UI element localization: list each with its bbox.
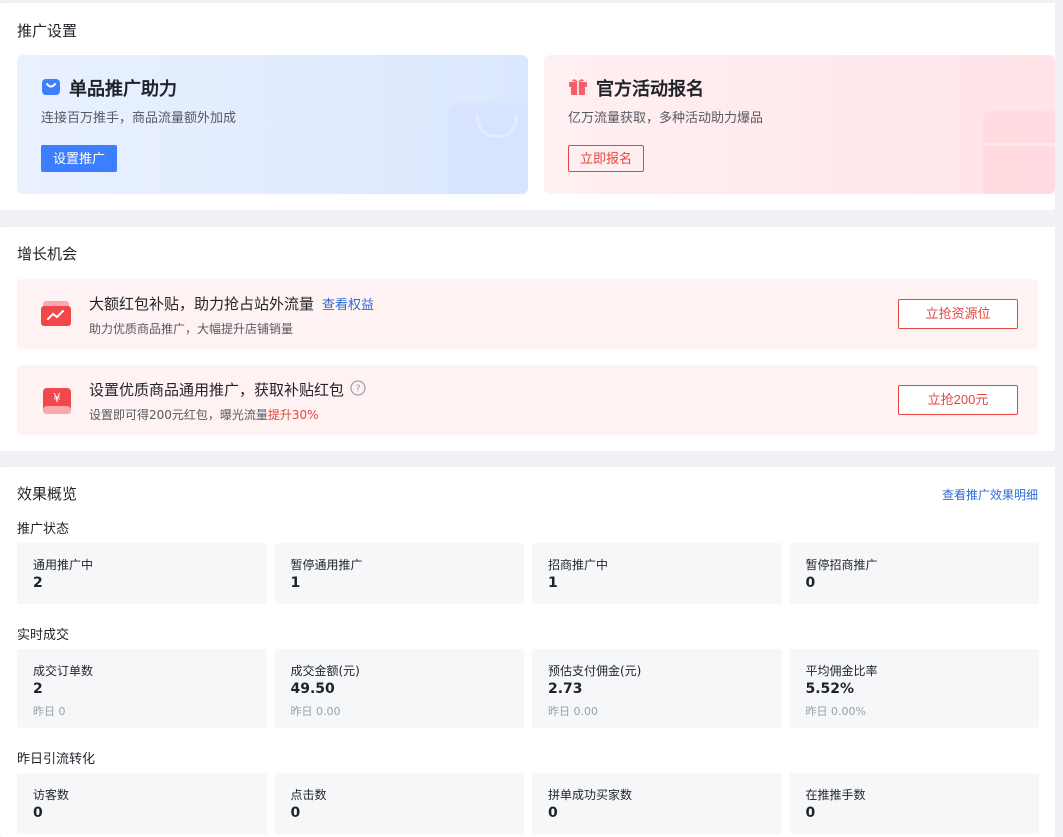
stat-value: 49.50 <box>290 681 335 697</box>
opportunity-title: 设置优质商品通用推广，获取补贴红包 <box>89 381 345 399</box>
section-title: 增长机会 <box>17 245 78 263</box>
setup-promotion-button[interactable]: 设置推广 <box>41 145 118 172</box>
performance-overview-section: 效果概览 查看推广效果明细 推广状态 通用推广中 2 暂停通用推广 1 招商推广… <box>0 467 1055 837</box>
stat-label: 暂停招商推广 <box>805 558 878 572</box>
opportunity-subtitle: 助力优质商品推广，大幅提升店铺销量 <box>89 322 294 336</box>
opportunity-title: 大额红包补贴，助力抢占站外流量 <box>89 295 315 313</box>
stat-label: 点击数 <box>290 788 327 802</box>
stat-card: 暂停通用推广 1 <box>274 543 524 604</box>
stat-card: 暂停招商推广 0 <box>789 543 1039 604</box>
group-label: 昨日引流转化 <box>17 752 96 767</box>
opportunity-subtitle: 设置即可得200元红包，曝光流量提升30% <box>89 406 319 423</box>
subtitle-highlight: 提升30% <box>267 408 319 422</box>
group-label: 实时成交 <box>17 628 70 643</box>
stat-yesterday: 昨日 0.00 <box>290 705 341 718</box>
stat-value: 0 <box>548 805 558 821</box>
stat-card: 点击数 0 <box>274 773 524 834</box>
stat-label: 在推推手数 <box>805 788 866 802</box>
stat-value: 1 <box>548 575 558 591</box>
stat-yesterday: 昨日 0.00 <box>548 705 598 718</box>
red-envelope-yuan-icon: ¥ <box>39 382 75 418</box>
stat-label: 通用推广中 <box>33 558 94 572</box>
stat-value: 0 <box>805 575 816 591</box>
single-product-promo-card: 单品推广助力 连接百万推手，商品流量额外加成 设置推广 <box>17 55 528 194</box>
section-title: 效果概览 <box>17 485 78 503</box>
stat-yesterday: 昨日 0.00% <box>805 705 866 718</box>
gift-illustration <box>983 111 1055 194</box>
shopping-bag-illustration <box>448 103 528 194</box>
stat-card: 成交金额(元) 49.50 昨日 0.00 <box>274 649 524 728</box>
stat-value: 2.73 <box>548 681 583 697</box>
stat-value: 2 <box>33 575 43 591</box>
stat-label: 平均佣金比率 <box>805 664 878 678</box>
group-label: 推广状态 <box>17 522 70 537</box>
promo-card-title: 单品推广助力 <box>69 79 177 100</box>
stat-card: 招商推广中 1 <box>532 543 782 604</box>
stat-label: 成交订单数 <box>33 664 94 678</box>
red-packet-subsidy-item: 大额红包补贴，助力抢占站外流量 查看权益 助力优质商品推广，大幅提升店铺销量 立… <box>17 279 1038 349</box>
promo-card-desc: 亿万流量获取，多种活动助力爆品 <box>568 111 764 126</box>
stat-value: 2 <box>33 681 43 697</box>
help-icon[interactable]: ? <box>350 379 366 400</box>
realtime-deals-row: 成交订单数 2 昨日 0 成交金额(元) 49.50 昨日 0.00 预估支付佣… <box>17 649 1039 728</box>
stat-card: 成交订单数 2 昨日 0 <box>17 649 267 728</box>
stat-label: 访客数 <box>33 788 70 802</box>
grab-resource-button[interactable]: 立抢资源位 <box>898 299 1018 329</box>
view-benefits-link[interactable]: 查看权益 <box>322 294 374 313</box>
stat-card: 在推推手数 0 <box>789 773 1039 834</box>
official-activity-card: 官方活动报名 亿万流量获取，多种活动助力爆品 立即报名 <box>544 55 1055 194</box>
stat-card: 访客数 0 <box>17 773 267 834</box>
stat-card: 平均佣金比率 5.52% 昨日 0.00% <box>789 649 1039 728</box>
svg-text:?: ? <box>355 383 360 394</box>
view-details-link[interactable]: 查看推广效果明细 <box>942 486 1038 503</box>
register-now-button[interactable]: 立即报名 <box>568 145 645 172</box>
stat-label: 预估支付佣金(元) <box>548 664 642 678</box>
stat-value: 5.52% <box>805 681 855 697</box>
red-card-icon <box>39 296 75 332</box>
stat-label: 拼单成功买家数 <box>548 788 633 802</box>
promotion-settings-section: 推广设置 单品推广助力 连接百万推手，商品流量额外加成 设置推广 官方活动报名 … <box>0 3 1055 210</box>
stat-label: 招商推广中 <box>548 558 609 572</box>
grab-200-yuan-button[interactable]: 立抢200元 <box>898 385 1018 415</box>
stat-card: 拼单成功买家数 0 <box>532 773 782 834</box>
promo-card-title: 官方活动报名 <box>596 79 704 100</box>
promotion-status-row: 通用推广中 2 暂停通用推广 1 招商推广中 1 暂停招商推广 0 <box>17 543 1039 604</box>
stat-value: 0 <box>33 805 43 821</box>
promo-card-desc: 连接百万推手，商品流量额外加成 <box>41 111 237 126</box>
stat-value: 0 <box>290 805 301 821</box>
gift-icon <box>568 76 588 100</box>
stat-card: 预估支付佣金(元) 2.73 昨日 0.00 <box>532 649 782 728</box>
subtitle-text: 设置即可得200元红包，曝光流量 <box>89 408 268 422</box>
svg-text:¥: ¥ <box>53 391 61 405</box>
general-promotion-item: ¥ 设置优质商品通用推广，获取补贴红包 ? 设置即可得200元红包，曝光流量提升… <box>17 365 1038 435</box>
growth-opportunities-section: 增长机会 大额红包补贴，助力抢占站外流量 查看权益 助力优质商品推广，大幅提升店… <box>0 227 1055 451</box>
shopping-bag-icon <box>41 76 61 100</box>
stat-label: 成交金额(元) <box>290 664 360 678</box>
stat-card: 通用推广中 2 <box>17 543 267 604</box>
section-title: 推广设置 <box>17 22 78 40</box>
stat-yesterday: 昨日 0 <box>33 705 66 718</box>
yesterday-traffic-row: 访客数 0 点击数 0 拼单成功买家数 0 在推推手数 0 <box>17 773 1039 834</box>
stat-label: 暂停通用推广 <box>290 558 363 572</box>
stat-value: 0 <box>805 805 816 821</box>
stat-value: 1 <box>290 575 301 591</box>
